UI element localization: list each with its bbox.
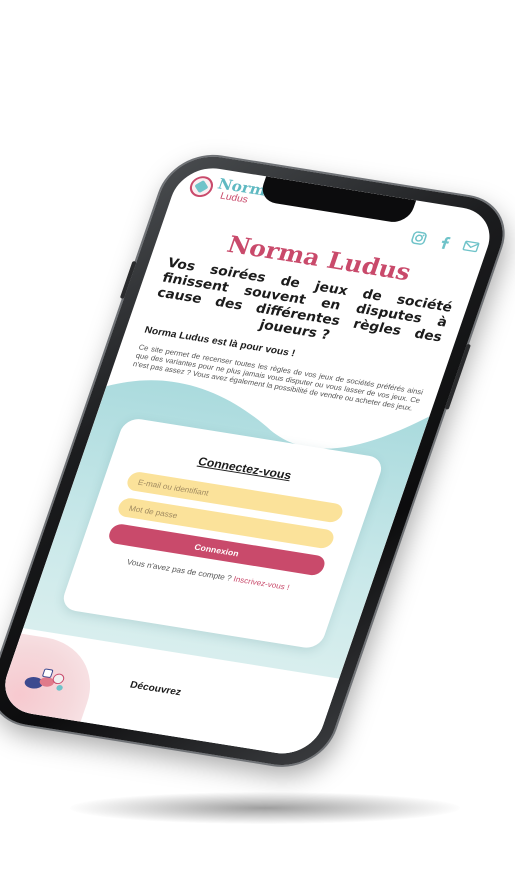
social-links (408, 229, 481, 255)
no-account-text: Vous n'avez pas de compte ? (125, 557, 233, 583)
discover-heading: Découvrez (128, 679, 183, 699)
mockup-stage: Norma Ludus Norma Ludus Vos soirées de j… (0, 0, 515, 896)
mail-icon[interactable] (460, 238, 481, 255)
signup-link[interactable]: Inscrivez-vous ! (232, 575, 290, 592)
phone-device: Norma Ludus Norma Ludus Vos soirées de j… (0, 150, 515, 772)
logo-mark-icon (187, 174, 217, 199)
facebook-icon[interactable] (434, 234, 455, 251)
floor-shadow (70, 792, 460, 824)
instagram-icon[interactable] (408, 229, 429, 246)
